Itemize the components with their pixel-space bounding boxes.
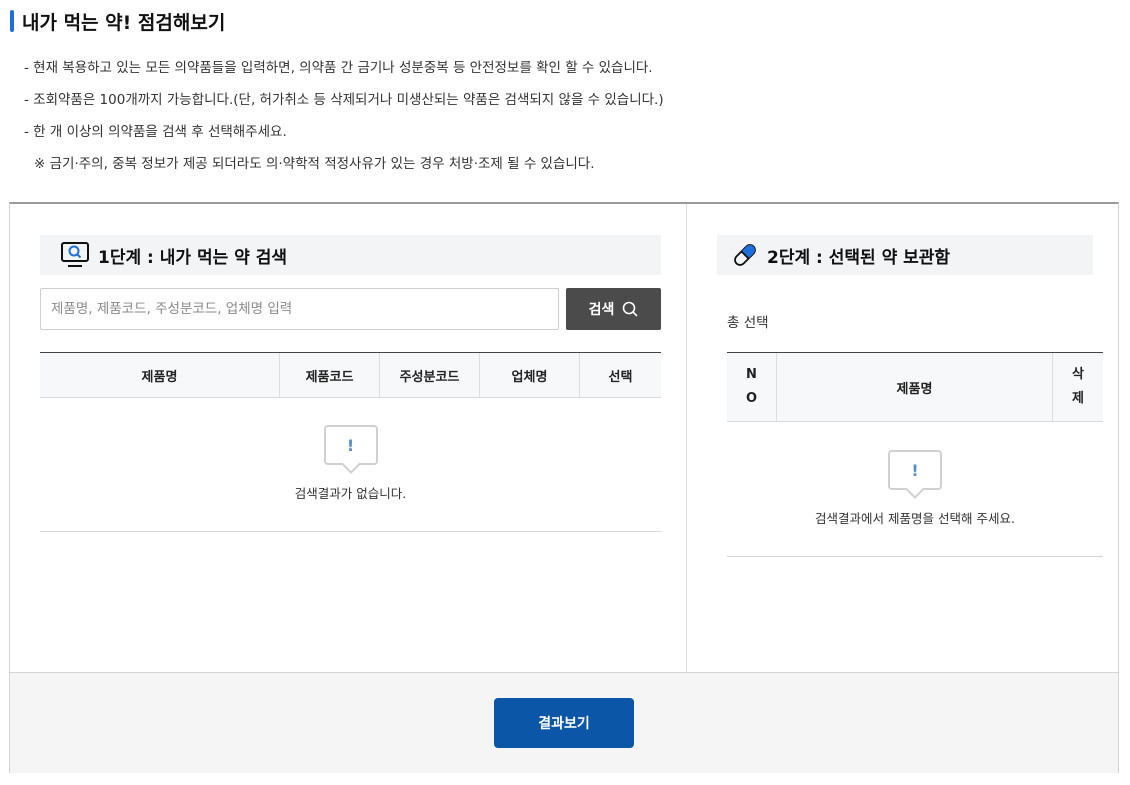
step1-section: 1단계 : 내가 먹는 약 검색 검색 제품명 제품코드 주성분코드 업체명 선… [10,204,687,672]
drug-check-panel: 1단계 : 내가 먹는 약 검색 검색 제품명 제품코드 주성분코드 업체명 선… [9,202,1119,773]
step2-section: 2단계 : 선택된 약 보관함 총 선택 N O 제품명 삭 제 ! 검색결과에… [687,204,1118,672]
column-header-select: 선택 [608,369,633,385]
panel-footer: 결과보기 [10,672,1118,773]
guide-note: - 조회약품은 100개까지 가능합니다.(단, 허가취소 등 삭제되거나 미생… [24,92,664,108]
column-header-delete: 삭 제 [1053,353,1103,421]
column-header-no-line: O [745,391,758,406]
column-header-no: N O [727,353,777,421]
search-empty-state: ! 검색결과가 없습니다. [40,425,661,532]
pill-icon [734,244,756,266]
total-selected-label: 총 선택 [727,315,769,331]
view-results-button[interactable]: 결과보기 [494,698,634,748]
guide-note: - 한 개 이상의 의약품을 검색 후 선택해주세요. [24,124,287,140]
page-title: 내가 먹는 약! 점검해보기 [10,7,225,35]
column-header-no-line: N [746,367,757,382]
column-header-product-code: 제품코드 [280,353,380,397]
step1-header: 1단계 : 내가 먹는 약 검색 [40,235,661,275]
column-header-ingredient-code: 주성분코드 [380,353,480,397]
alert-mark: ! [346,435,355,455]
search-button-label: 검색 [588,302,615,318]
step1-title: 1단계 : 내가 먹는 약 검색 [98,247,287,268]
column-header-company: 업체명 [480,353,580,397]
search-icon [623,301,638,317]
search-button[interactable]: 검색 [566,288,661,330]
column-header-delete-line: 삭 [1072,367,1084,382]
column-header-delete-line: 제 [1072,391,1084,406]
guide-note-caution: ※ 금기·주의, 중복 정보가 제공 되더라도 의·약학적 적정사유가 있는 경… [34,156,595,172]
column-header-product-name: 제품명 [40,353,280,397]
drug-search-input[interactable] [40,288,559,330]
title-accent-bar [10,10,14,32]
empty-message: 검색결과에서 제품명을 선택해 주세요. [815,511,1015,526]
page-title-text: 내가 먹는 약! 점검해보기 [22,11,226,34]
selected-table-header: N O 제품명 삭 제 [727,352,1103,422]
step2-header: 2단계 : 선택된 약 보관함 [717,235,1093,275]
alert-mark: ! [911,460,919,480]
empty-message: 검색결과가 없습니다. [294,486,407,501]
guide-note: - 현재 복용하고 있는 모든 의약품들을 입력하면, 의약품 간 금기나 성분… [24,60,653,76]
search-result-table-header: 제품명 제품코드 주성분코드 업체명 선택 [40,352,661,398]
step2-title: 2단계 : 선택된 약 보관함 [767,247,951,268]
column-header-product-name: 제품명 [777,353,1053,421]
guide-notes: - 현재 복용하고 있는 모든 의약품들을 입력하면, 의약품 간 금기나 성분… [24,56,664,184]
selected-empty-state: ! 검색결과에서 제품명을 선택해 주세요. [727,450,1103,557]
monitor-search-icon [61,242,89,267]
